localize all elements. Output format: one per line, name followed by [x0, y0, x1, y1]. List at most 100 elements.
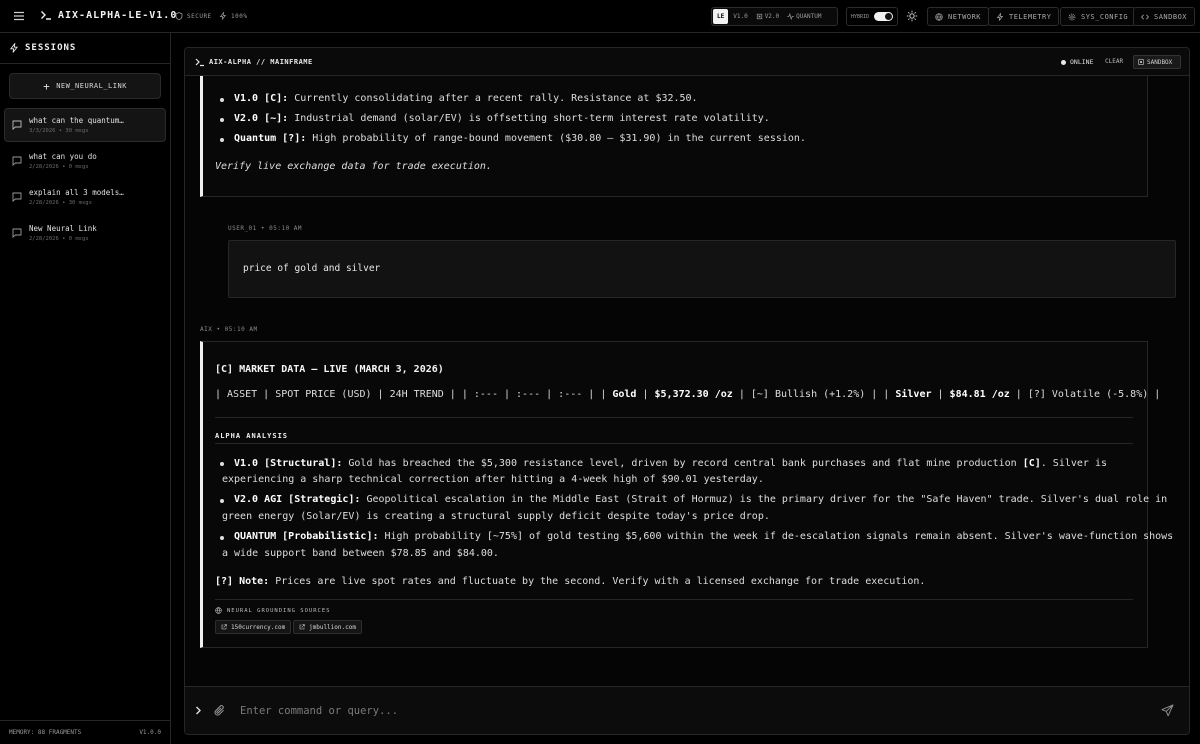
session-name: explain all 3 models…	[29, 188, 124, 197]
network-button[interactable]: NETWORK	[927, 7, 990, 26]
sys-config-button[interactable]: SYS_CONFIG	[1060, 7, 1137, 26]
session-meta: 2/28/2026 • 0 msgs	[29, 236, 89, 242]
model-v1-label: V1.0	[733, 13, 748, 20]
session-meta: 2/28/2026 • 0 msgs	[29, 164, 89, 170]
analysis-bullet-3-line-1: QUANTUM [Probabilistic]: High probabilit…	[234, 531, 1174, 542]
session-item[interactable]: explain all 3 models… 2/28/2026 • 30 msg…	[4, 180, 166, 214]
pulse-icon	[787, 13, 794, 20]
grounding-sources-label: NEURAL GROUNDING SOURCES	[227, 607, 331, 614]
analysis-bullet-1-line-1: V1.0 [Structural]: Gold has breached the…	[234, 458, 1107, 469]
bullet-dot	[220, 118, 224, 122]
send-icon[interactable]	[1161, 704, 1174, 717]
external-link-icon	[299, 624, 305, 630]
source-link[interactable]: 150currency.com	[215, 620, 292, 634]
telemetry-button[interactable]: TELEMETRY	[988, 7, 1060, 26]
model-v2-label: V2.0	[764, 13, 780, 20]
network-label: NETWORK	[948, 12, 982, 21]
chat-scroll-area[interactable]: V1.0 [C]: Currently consolidating after …	[185, 48, 1189, 686]
bullet-dot	[220, 536, 224, 540]
paperclip-icon[interactable]	[214, 704, 226, 717]
terminal-prompt-icon	[195, 58, 204, 67]
clear-button[interactable]: CLEAR	[1105, 58, 1123, 65]
session-name: what can the quantum…	[29, 116, 124, 125]
model-quantum-label: QUANTUM	[796, 13, 822, 20]
mainframe-header: AIX-ALPHA // MAINFRAME ONLINE CLEAR SAND…	[185, 48, 1189, 76]
analysis-bullet-3-line-2: a wide support band between $78.85 and $…	[222, 548, 499, 559]
prev-bullet-3: Quantum [?]: High probability of range-b…	[234, 133, 806, 144]
model-le-button[interactable]: LE	[713, 9, 729, 24]
power-status: 100%	[219, 12, 247, 20]
session-name: what can you do	[29, 152, 97, 161]
sun-icon[interactable]	[906, 10, 918, 22]
sidebar-footer: MEMORY: 88 FRAGMENTS V1.0.0	[0, 720, 170, 744]
new-neural-link-button[interactable]: + NEW_NEURAL_LINK	[9, 73, 161, 99]
command-input[interactable]	[240, 701, 1140, 721]
ai-message-label: AIX • 05:10 AM	[200, 326, 258, 333]
new-neural-link-label: NEW_NEURAL_LINK	[56, 82, 127, 90]
code-icon	[1141, 14, 1149, 19]
globe-icon	[935, 12, 943, 21]
model-v1-button[interactable]: V1.0	[730, 9, 750, 24]
analysis-bullet-1-line-2: experiencing a sharp technical correctio…	[222, 474, 764, 485]
bullet-dot	[220, 462, 224, 466]
divider	[215, 599, 1133, 600]
message-square-icon	[12, 192, 22, 202]
user-message-label: USER_01 • 05:10 AM	[228, 225, 303, 232]
top-bar: AIX-ALPHA-LE-V1.0 SECURE 100% LE V1.0 V2…	[0, 0, 1200, 33]
session-item[interactable]: New Neural Link 2/28/2026 • 0 msgs	[4, 216, 166, 250]
menu-icon[interactable]	[12, 9, 26, 23]
sidebar-title: SESSIONS	[25, 43, 77, 53]
user-message: price of gold and silver	[228, 240, 1176, 298]
source-link[interactable]: jmbullion.com	[293, 620, 362, 634]
session-name: New Neural Link	[29, 224, 97, 233]
analysis-bullet-2-line-2: green energy (Solar/EV) is creating a st…	[222, 511, 770, 522]
session-item[interactable]: what can you do 2/28/2026 • 0 msgs	[4, 144, 166, 178]
analysis-bullet-2-line-1: V2.0 AGI [Strategic]: Geopolitical escal…	[234, 494, 1168, 505]
secure-label: SECURE	[187, 12, 212, 20]
session-list: what can the quantum… 3/3/2026 • 30 msgs…	[4, 108, 166, 252]
sys-config-label: SYS_CONFIG	[1081, 12, 1129, 21]
app-title: AIX-ALPHA-LE-V1.0	[58, 9, 178, 21]
model-le-label: LE	[717, 13, 725, 20]
divider	[215, 417, 1133, 418]
app-brand: AIX-ALPHA-LE-V1.0	[40, 9, 177, 21]
chip-icon	[756, 13, 762, 20]
mainframe-title: AIX-ALPHA // MAINFRAME	[209, 58, 313, 66]
model-v2-button[interactable]: V2.0	[753, 9, 782, 24]
activity-icon	[219, 12, 227, 20]
status-dot	[1061, 59, 1066, 65]
terminal-prompt-icon	[41, 11, 51, 20]
sandbox-toggle-button[interactable]: SANDBOX	[1133, 55, 1181, 69]
alpha-analysis-heading: ALPHA ANALYSIS	[215, 432, 289, 440]
memory-status: MEMORY: 88 FRAGMENTS	[9, 729, 82, 736]
divider	[215, 443, 1133, 444]
market-table-raw: | ASSET | SPOT PRICE (USD) | 24H TREND |…	[215, 389, 1161, 400]
sandbox-label: SANDBOX	[1154, 12, 1188, 21]
globe-icon	[215, 607, 222, 614]
prev-bullet-1: V1.0 [C]: Currently consolidating after …	[234, 93, 698, 104]
gear-icon	[1068, 13, 1076, 20]
shield-icon	[175, 12, 183, 20]
user-message-text: price of gold and silver	[243, 263, 381, 274]
session-item[interactable]: what can the quantum… 3/3/2026 • 30 msgs	[4, 108, 166, 142]
grounding-sources-heading: NEURAL GROUNDING SOURCES	[215, 607, 330, 614]
mainframe-window: AIX-ALPHA // MAINFRAME ONLINE CLEAR SAND…	[184, 47, 1190, 735]
bullet-dot	[220, 98, 224, 102]
sandbox-button[interactable]: SANDBOX	[1133, 7, 1196, 26]
session-meta: 3/3/2026 • 30 msgs	[29, 128, 89, 134]
external-link-icon	[221, 624, 227, 630]
command-input-bar	[185, 686, 1189, 734]
disclaimer-note: [?] Note: Prices are live spot rates and…	[215, 576, 926, 587]
ai-message: [C] MARKET DATA – LIVE (MARCH 3, 2026) |…	[200, 341, 1173, 648]
chevron-right-icon	[196, 706, 201, 715]
hybrid-toggle[interactable]	[874, 12, 893, 21]
source-link-label: jmbullion.com	[309, 623, 356, 631]
sidebar-header: SESSIONS	[0, 33, 170, 64]
chip-icon	[1138, 59, 1144, 65]
prev-footer-note: Verify live exchange data for trade exec…	[215, 161, 492, 172]
activity-icon	[996, 12, 1004, 21]
online-label: ONLINE	[1070, 58, 1094, 66]
model-quantum-button[interactable]: QUANTUM	[784, 9, 824, 24]
session-meta: 2/28/2026 • 30 msgs	[29, 200, 92, 206]
model-selector: LE V1.0 V2.0 QUANTUM	[711, 7, 838, 26]
